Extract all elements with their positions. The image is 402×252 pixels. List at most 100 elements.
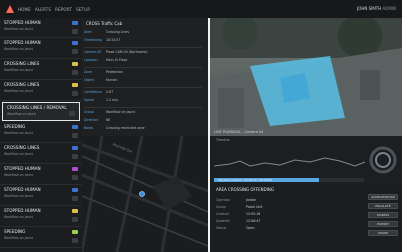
case-value: Open [246,226,255,230]
detail-value: 1.2 m/s [106,98,118,102]
alert-item[interactable]: STOPPED HUMAN Workflow on Jaunt [0,185,82,206]
nav-report[interactable]: REPORT [55,7,72,12]
divider [84,107,202,108]
alert-item[interactable]: STOPPED HUMAN Workflow on Jaunt [0,164,82,185]
alert-subtitle: Workflow on Jaunt [4,194,33,198]
detail-value: Human [106,78,118,82]
alert-title: STOPPED HUMAN [4,40,41,45]
alert-title: STOPPED HUMAN [4,187,41,192]
alert-item[interactable]: STOPPED HUMAN Workflow on Jaunt [0,206,82,227]
detail-row: Notes Crossing restricted zone [84,126,204,135]
share-button[interactable]: SHARE [368,230,398,236]
alert-title: SPEEDING [4,124,26,129]
alert-item[interactable]: CROSSING LINES Workflow on Jaunt [0,80,82,101]
app-logo-icon [6,5,14,13]
alert-chip [69,111,75,116]
alert-title: STOPPED HUMAN [4,166,41,171]
alert-chip [72,217,78,222]
alert-badge [72,146,78,150]
alert-subtitle: Workflow on Jaunt [4,27,33,31]
map-view[interactable]: Avenida Sol [82,136,209,252]
alert-subtitle: Workflow on Jaunt [4,173,33,177]
detail-key: Object [84,78,95,82]
playback-position-text: Playback position: 00:04:12 / 00:06:00 [218,178,273,182]
video-frame [210,14,402,136]
alert-subtitle: Workflow on Jaunt [4,152,33,156]
alert-chip [72,91,78,96]
detail-key: Location [84,58,98,62]
escalate-button[interactable]: ESCALATE [368,203,398,209]
alert-chip [72,29,78,34]
timeline-waveform [213,146,397,174]
video-caption: LIVE PLAYBACK - Camera 04 [214,130,264,134]
case-row: Updated 12:06:47 [216,219,306,223]
alert-badge [72,230,78,234]
alert-chip [72,175,78,180]
divider [84,67,202,68]
alert-list: STOPPED HUMAN Workflow on Jaunt STOPPED … [0,18,83,252]
location-marker-icon[interactable] [139,191,145,197]
case-key: Group [216,205,226,209]
divider [84,87,202,88]
divider [84,47,202,48]
alert-badge [72,41,78,45]
case-panel: AREA CROSSING OFFENDING Operator Jordan G… [208,184,402,252]
alert-title: STOPPED HUMAN [4,208,41,213]
detail-row: Object Human [84,78,204,87]
detail-key: Timestamp [84,38,102,42]
user-name: JOHN SMITH [357,6,382,11]
alert-badge [72,62,78,66]
alert-badge [72,83,78,87]
nav-home[interactable]: HOME [18,7,31,12]
alert-item-selected[interactable]: CROSSING LINES / REMOVAL Workflow on Jau… [2,102,80,121]
alert-details-panel: CROSS Traffic Cab Alert Crossing Lines Ti… [82,18,209,136]
alert-title: CROSSING LINES [4,82,40,87]
top-navigation-bar: HOME ALERTS REPORT SETUP JOHN SMITH ADMI… [0,0,402,19]
timeline-panel[interactable]: Timeline Playback position: 00:04:12 / 0… [208,136,402,184]
case-key: Status [216,226,227,230]
export-button[interactable]: EXPORT [368,221,398,227]
alert-chip [72,70,78,75]
case-row: Group Patrol Unit [216,205,306,209]
nav-setup[interactable]: SETUP [76,7,90,12]
case-value: Patrol Unit [246,205,263,209]
detail-row: Location Main St Plaza [84,58,204,67]
alert-chip [72,133,78,138]
alert-item[interactable]: SPEEDING Workflow on Jaunt [0,227,82,248]
alert-item[interactable]: SPEEDING Workflow on Jaunt [0,122,82,143]
alert-chip [72,238,78,243]
case-value: 12:05:18 [246,212,261,216]
case-value: Jordan [246,198,257,202]
alert-item[interactable]: CROSSING LINES Workflow on Jaunt [0,59,82,80]
main-nav: HOME ALERTS REPORT SETUP [18,7,90,12]
alert-title: CROSSING LINES [4,61,40,66]
dismiss-button[interactable]: DISMISS [368,212,398,218]
alert-item[interactable]: CROSSING LINES Workflow on Jaunt [0,143,82,164]
user-role: ADMIN [382,6,396,11]
case-row: Status Open [216,226,306,230]
user-info[interactable]: JOHN SMITH ADMIN [357,6,396,11]
alert-badge [72,21,78,25]
detail-value: 18:32:07 [106,38,121,42]
acknowledge-button[interactable]: ACKNOWLEDGE [368,194,398,200]
alert-chip [72,154,78,159]
case-value: 12:06:47 [246,219,261,223]
nav-alerts[interactable]: ALERTS [35,7,51,12]
alert-subtitle: Workflow on Jaunt [4,68,33,72]
case-row: Created 12:05:18 [216,212,306,216]
alert-title: SPEEDING [4,229,26,234]
alert-subtitle: Workflow on Jaunt [4,89,33,93]
alert-item[interactable]: STOPPED HUMAN Workflow on Jaunt [0,38,82,59]
alert-subtitle: Workflow on Jaunt [4,215,33,219]
alert-badge [72,167,78,171]
case-key: Created [216,212,229,216]
camera-video-feed[interactable]: LIVE PLAYBACK - Camera 04 [208,14,402,136]
alert-badge [72,209,78,213]
alert-item[interactable]: STOPPED HUMAN Workflow on Jaunt [0,18,82,38]
map-canvas [82,136,208,252]
detail-key: Notes [84,126,94,130]
dial-gauge-icon[interactable] [369,146,397,174]
alert-subtitle: Workflow on Jaunt [4,236,33,240]
detail-value: Main St Plaza [106,58,128,62]
detail-key: Speed [84,98,94,102]
